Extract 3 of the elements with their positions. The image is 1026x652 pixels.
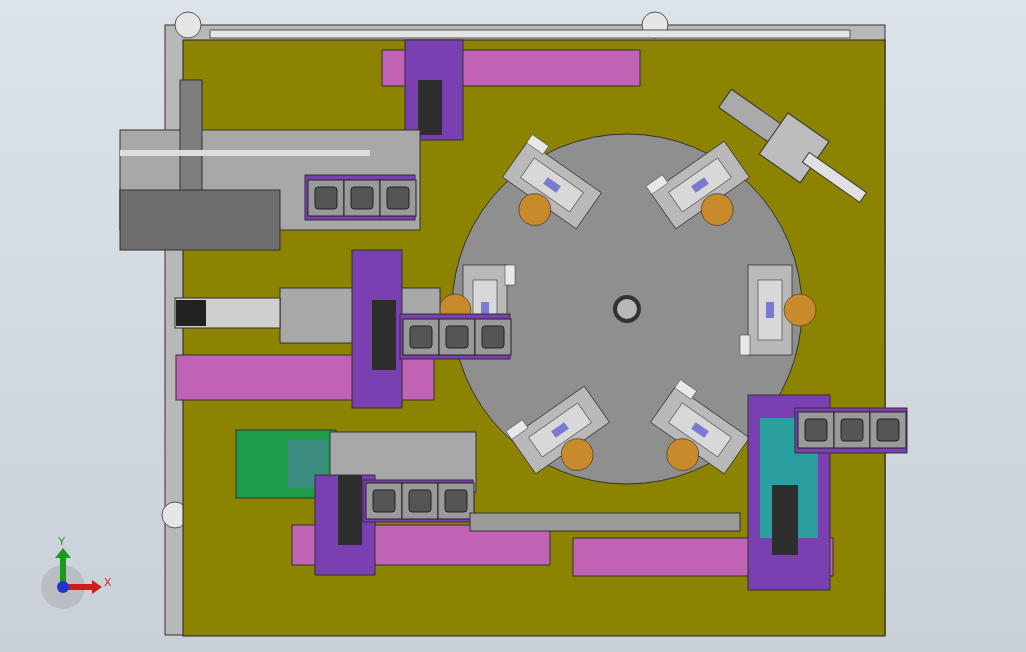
- x-axis-label: X: [104, 576, 112, 588]
- y-axis-label: Y: [58, 535, 66, 547]
- axis-triad-icon: [41, 548, 102, 609]
